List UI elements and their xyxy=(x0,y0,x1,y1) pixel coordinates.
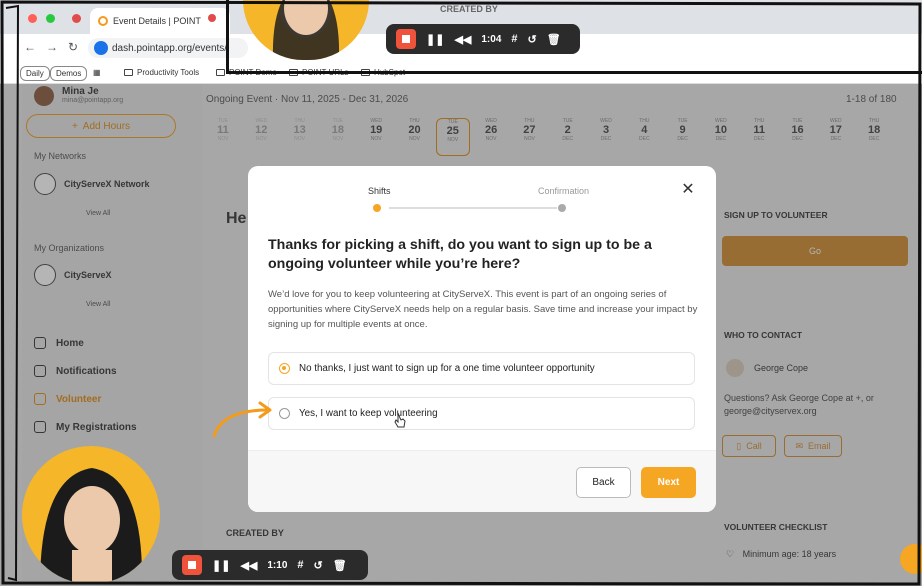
chat-bubble-button[interactable] xyxy=(900,544,922,574)
step-shifts-dot xyxy=(373,204,381,212)
back-button[interactable]: Back xyxy=(576,467,631,498)
option-one-time-label: No thanks, I just want to sign up for a … xyxy=(299,363,595,374)
trash-icon[interactable]: 🗑 xyxy=(547,33,561,46)
step-confirmation: Confirmation xyxy=(538,186,590,196)
option-keep-volunteering-label: Yes, I want to keep volunteering xyxy=(299,408,438,419)
pause-icon[interactable]: ❚❚ xyxy=(212,559,230,572)
stepper-line xyxy=(389,207,557,209)
stop-recording-button[interactable] xyxy=(396,29,416,49)
maximize-window-icon[interactable] xyxy=(46,14,55,23)
site-info-icon[interactable] xyxy=(94,41,108,55)
address-bar[interactable]: dash.pointapp.org/events/ xyxy=(88,38,248,58)
close-icon[interactable]: ✕ xyxy=(680,182,696,198)
rewind-icon[interactable]: ◀◀ xyxy=(454,33,471,46)
tab-title: Event Details | POINT xyxy=(113,16,201,26)
bookmark-demos[interactable]: Demos xyxy=(50,66,88,81)
grid-icon[interactable]: # xyxy=(297,559,303,571)
trash-icon[interactable]: 🗑 xyxy=(333,559,347,572)
bookmark-daily[interactable]: Daily xyxy=(20,66,50,81)
close-window-icon[interactable] xyxy=(28,14,37,23)
apps-grid-icon[interactable]: ▦ xyxy=(93,68,101,77)
radio-selected[interactable] xyxy=(279,363,290,374)
top-recorder-toolbar: ❚❚ ◀◀ 1:04 # ↺ 🗑 xyxy=(386,24,580,54)
folder-icon xyxy=(124,69,133,76)
recording-time: 1:10 xyxy=(267,559,288,571)
annotation-arrow-icon xyxy=(212,401,272,438)
grid-icon[interactable]: # xyxy=(511,33,517,45)
bookmark-productivity-tools[interactable]: Productivity Tools xyxy=(124,68,199,77)
modal-title: Thanks for picking a shift, do you want … xyxy=(268,237,652,272)
pause-icon[interactable]: ❚❚ xyxy=(426,33,444,46)
back-arrow-icon[interactable]: ← xyxy=(24,40,36,54)
step-shifts: Shifts xyxy=(368,186,391,196)
ongoing-volunteer-modal: Shifts Confirmation ✕ Thanks for picking… xyxy=(248,166,716,512)
step-confirmation-dot xyxy=(558,204,566,212)
next-button[interactable]: Next xyxy=(641,467,696,498)
recording-time: 1:04 xyxy=(481,33,502,45)
bottom-webcam-bubble xyxy=(22,446,160,584)
record-indicator-icon xyxy=(72,14,81,23)
reload-icon[interactable]: ↻ xyxy=(68,40,78,54)
bottom-recorder-toolbar: ❚❚ ◀◀ 1:10 # ↺ 🗑 xyxy=(172,550,368,580)
folder-icon xyxy=(216,69,225,76)
radio-unselected[interactable] xyxy=(279,408,290,419)
mouse-pointer-icon xyxy=(394,412,406,428)
point-favicon-icon xyxy=(98,16,108,26)
tab-close-icon[interactable] xyxy=(208,14,216,22)
rewind-icon[interactable]: ◀◀ xyxy=(240,559,257,572)
modal-description: We’d love for you to keep volunteering a… xyxy=(268,289,698,330)
forward-arrow-icon[interactable]: → xyxy=(46,40,58,54)
presenter-face-icon xyxy=(40,468,143,584)
option-keep-volunteering[interactable]: Yes, I want to keep volunteering xyxy=(268,397,695,430)
restart-icon[interactable]: ↺ xyxy=(314,559,323,572)
option-one-time[interactable]: No thanks, I just want to sign up for a … xyxy=(268,352,695,385)
stop-recording-button[interactable] xyxy=(182,555,202,575)
restart-icon[interactable]: ↺ xyxy=(528,33,537,46)
url-text: dash.pointapp.org/events/ xyxy=(112,42,228,54)
bookmark-label: Productivity Tools xyxy=(137,68,200,77)
